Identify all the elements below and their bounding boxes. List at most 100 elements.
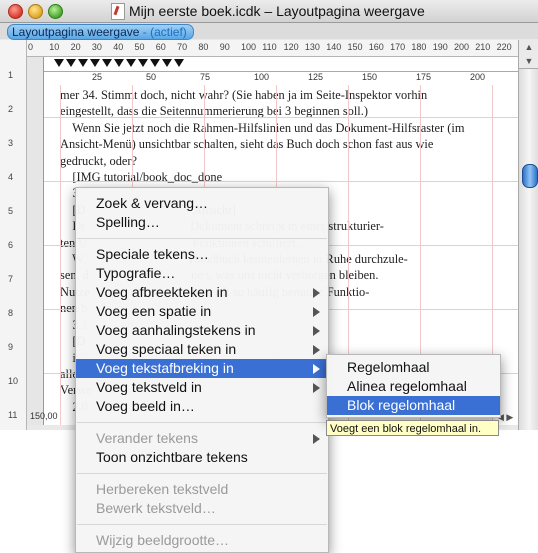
ruler-tick-label: 190 [432,42,448,52]
ruler-tick-label: 100 [241,42,257,52]
view-tab-strip: Layoutpagina weergave - (actief) [0,23,538,40]
ruler-tick-label: 40 [113,42,124,52]
menu-item-label: Herbereken tekstveld [96,481,229,497]
submenu-item[interactable]: Alinea regelomhaal [327,377,500,396]
menu-separator [77,238,327,239]
grid-line [44,117,519,118]
ruler-tick-label: 200 [454,42,470,52]
menu-item[interactable]: Voeg tekstveld in [76,378,328,397]
tab-stop-marker[interactable] [54,59,64,67]
tab-stop-marker[interactable] [126,59,136,67]
scroll-down-arrow-icon[interactable]: ▼ [519,54,538,69]
ruler-tick-label: 2 [8,104,14,114]
grid-line [44,181,519,182]
tab-stop-marker[interactable] [90,59,100,67]
ruler-tick-label: 50 [134,42,145,52]
scroll-up-arrow-icon[interactable]: ▲ [519,40,538,55]
ruler-tick-label: 20 [70,42,81,52]
grid-line [60,85,61,425]
zoom-window-button[interactable] [48,4,63,19]
text-line: [IMG tutorial/book_doc_done [60,170,223,185]
tab-stop-marker[interactable] [150,59,160,67]
submenu-arrow-icon [313,364,320,374]
tab-stop-marker[interactable] [162,59,172,67]
menu-item[interactable]: Zoek & vervang… [76,194,328,213]
menu-item[interactable]: Spelling… [76,213,328,232]
ruler-tick-label: 110 [262,42,277,52]
menu-item: Verander tekens [76,429,328,448]
menu-item-label: Voeg afbreekteken in [96,284,228,300]
menu-item-label: Voeg een spatie in [96,303,212,319]
submenu-arrow-icon [313,326,320,336]
window-title: Mijn eerste boek.icdk – Layoutpagina wee… [129,3,425,19]
tab-stop-marker[interactable] [78,59,88,67]
zoom-readout[interactable]: 150,00 [30,411,58,421]
menu-item-label: Voeg tekstafbreking in [96,360,234,376]
menu-item[interactable]: Typografie… [76,264,328,283]
menu-separator [77,524,327,525]
menu-item[interactable]: Toon onzichtbare tekens [76,448,328,467]
page-ruler-label: 25 [92,72,103,82]
tab-stop-marker[interactable] [138,59,148,67]
ruler-tick-label: 180 [411,42,427,52]
text-line: gedruckt, oder? [60,153,138,168]
ruler-tick-label: 10 [8,376,19,386]
text-break-submenu: Regelomhaal Alinea regelomhaal Blok regelo… [326,354,501,418]
ruler-tick-label: 90 [219,42,230,52]
ruler-tick-label: 4 [8,172,14,182]
tab-layout-view-label: Layoutpagina weergave [12,25,140,39]
tab-stop-bar[interactable] [44,57,519,72]
page-ruler-label: 125 [308,72,324,82]
minimize-window-button[interactable] [28,4,43,19]
ruler-tick-label: 120 [283,42,299,52]
menu-item-label: Spelling… [96,214,160,230]
menu-separator [77,473,327,474]
menu-item: Herbereken tekstveld [76,480,328,499]
tab-stop-marker[interactable] [66,59,76,67]
menu-item-label: Voeg aanhalingstekens in [96,322,256,338]
ruler-tick-label: 130 [304,42,320,52]
tab-stop-marker[interactable] [114,59,124,67]
menu-item[interactable]: Voeg tekstafbreking in [76,359,328,378]
menu-item[interactable]: Voeg aanhalingstekens in [76,321,328,340]
tab-layout-view[interactable]: Layoutpagina weergave - (actief) [7,24,194,40]
vertical-scrollbar[interactable]: ▲ ▼ [518,40,538,430]
submenu-item[interactable]: Blok regelomhaal [327,396,500,415]
menu-item[interactable]: Voeg beeld in… [76,397,328,416]
tab-stop-marker[interactable] [102,59,112,67]
ruler-tick-label: 5 [8,206,14,216]
tooltip: Voegt een blok regelomhaal in. [326,420,499,436]
submenu-arrow-icon [313,345,320,355]
ruler-tick-label: 9 [8,342,14,352]
menu-item[interactable]: Voeg een spatie in [76,302,328,321]
horizontal-ruler[interactable]: 0 10 20 30 40 50 60 70 80 90 100 110 120 130 140 150 160… [26,40,518,57]
scroll-thumb[interactable] [522,164,538,188]
page-ruler-label: 175 [416,72,432,82]
page-ruler-label: 100 [254,72,270,82]
menu-item[interactable]: Voeg speciaal teken in [76,340,328,359]
ruler-tick-label: 11 [8,410,18,420]
submenu-arrow-icon [313,288,320,298]
menu-item[interactable]: Voeg afbreekteken in [76,283,328,302]
menu-item-label: Bewerk tekstveld… [96,500,216,516]
ruler-tick-label: 30 [91,42,102,52]
submenu-item[interactable]: Regelomhaal [327,358,500,377]
title-bar[interactable]: Mijn eerste boek.icdk – Layoutpagina wee… [0,0,538,23]
ruler-tick-label: 140 [326,42,342,52]
menu-item[interactable]: Speciale tekens… [76,245,328,264]
menu-item-label: Toon onzichtbare tekens [96,449,248,465]
ruler-tick-label: 170 [390,42,406,52]
menu-item-label: Voeg tekstveld in [96,379,202,395]
tab-stop-marker[interactable] [174,59,184,67]
text-line: Wenn Sie jetzt noch die Rahmen-Hilfslini… [60,120,465,135]
ruler-tick-label: 70 [177,42,188,52]
menu-item-label: Zoek & vervang… [96,195,209,211]
vertical-ruler[interactable]: 1 2 3 4 5 6 7 8 9 10 11 [0,40,27,430]
submenu-arrow-icon [313,307,320,317]
ruler-tick-label: 220 [496,42,512,52]
document-icon[interactable] [111,3,125,20]
ruler-tick-label: 80 [198,42,209,52]
submenu-item-label: Blok regelomhaal [347,397,456,413]
ruler-tick-label: 6 [8,240,14,250]
close-window-button[interactable] [8,4,23,19]
